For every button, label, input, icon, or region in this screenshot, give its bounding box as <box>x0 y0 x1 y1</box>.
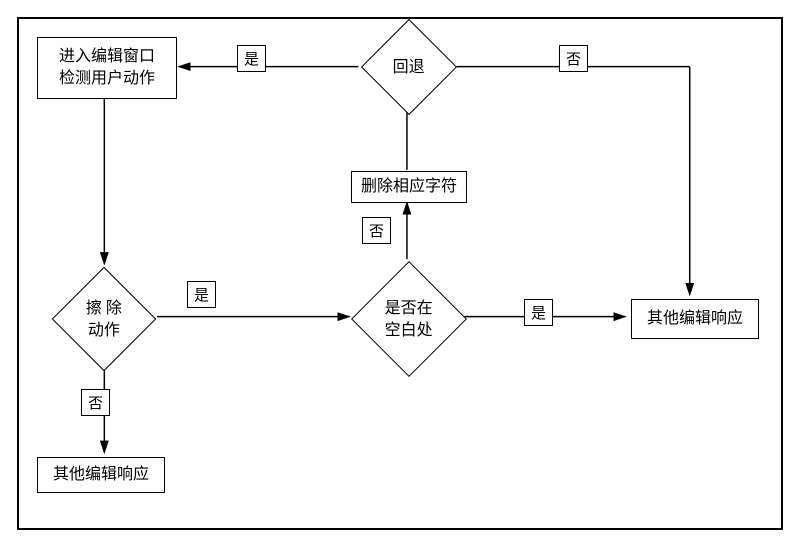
node-delete-char: 删除相应字符 <box>351 171 467 203</box>
label-erase-yes: 是 <box>187 281 216 308</box>
node-other-resp-2: 其他编辑响应 <box>631 299 759 339</box>
label-atblank-yes: 是 <box>524 299 553 326</box>
label-goback-yes: 是 <box>237 45 266 72</box>
node-goback-text: 回退 <box>363 56 455 78</box>
node-at-blank-text: 是否在 空白处 <box>352 298 464 341</box>
node-delete-char-text: 删除相应字符 <box>361 176 457 198</box>
node-at-blank: 是否在 空白处 <box>351 261 467 377</box>
label-goback-no: 否 <box>559 45 588 72</box>
node-goback: 回退 <box>361 19 457 115</box>
label-erase-no: 否 <box>81 389 110 416</box>
label-atblank-no: 否 <box>362 217 391 244</box>
node-erase-action-text: 擦 除 动作 <box>53 298 154 341</box>
node-other-resp-1-text: 其他编辑响应 <box>53 464 149 486</box>
node-erase-action: 擦 除 动作 <box>52 267 157 372</box>
node-start: 进入编辑窗口 检测用户动作 <box>37 37 177 99</box>
node-other-resp-2-text: 其他编辑响应 <box>647 308 743 330</box>
node-other-resp-1: 其他编辑响应 <box>37 457 165 493</box>
node-start-text: 进入编辑窗口 检测用户动作 <box>59 46 155 89</box>
flowchart-canvas: 进入编辑窗口 检测用户动作 回退 删除相应字符 擦 除 动作 是否在 空白处 其… <box>17 17 783 530</box>
